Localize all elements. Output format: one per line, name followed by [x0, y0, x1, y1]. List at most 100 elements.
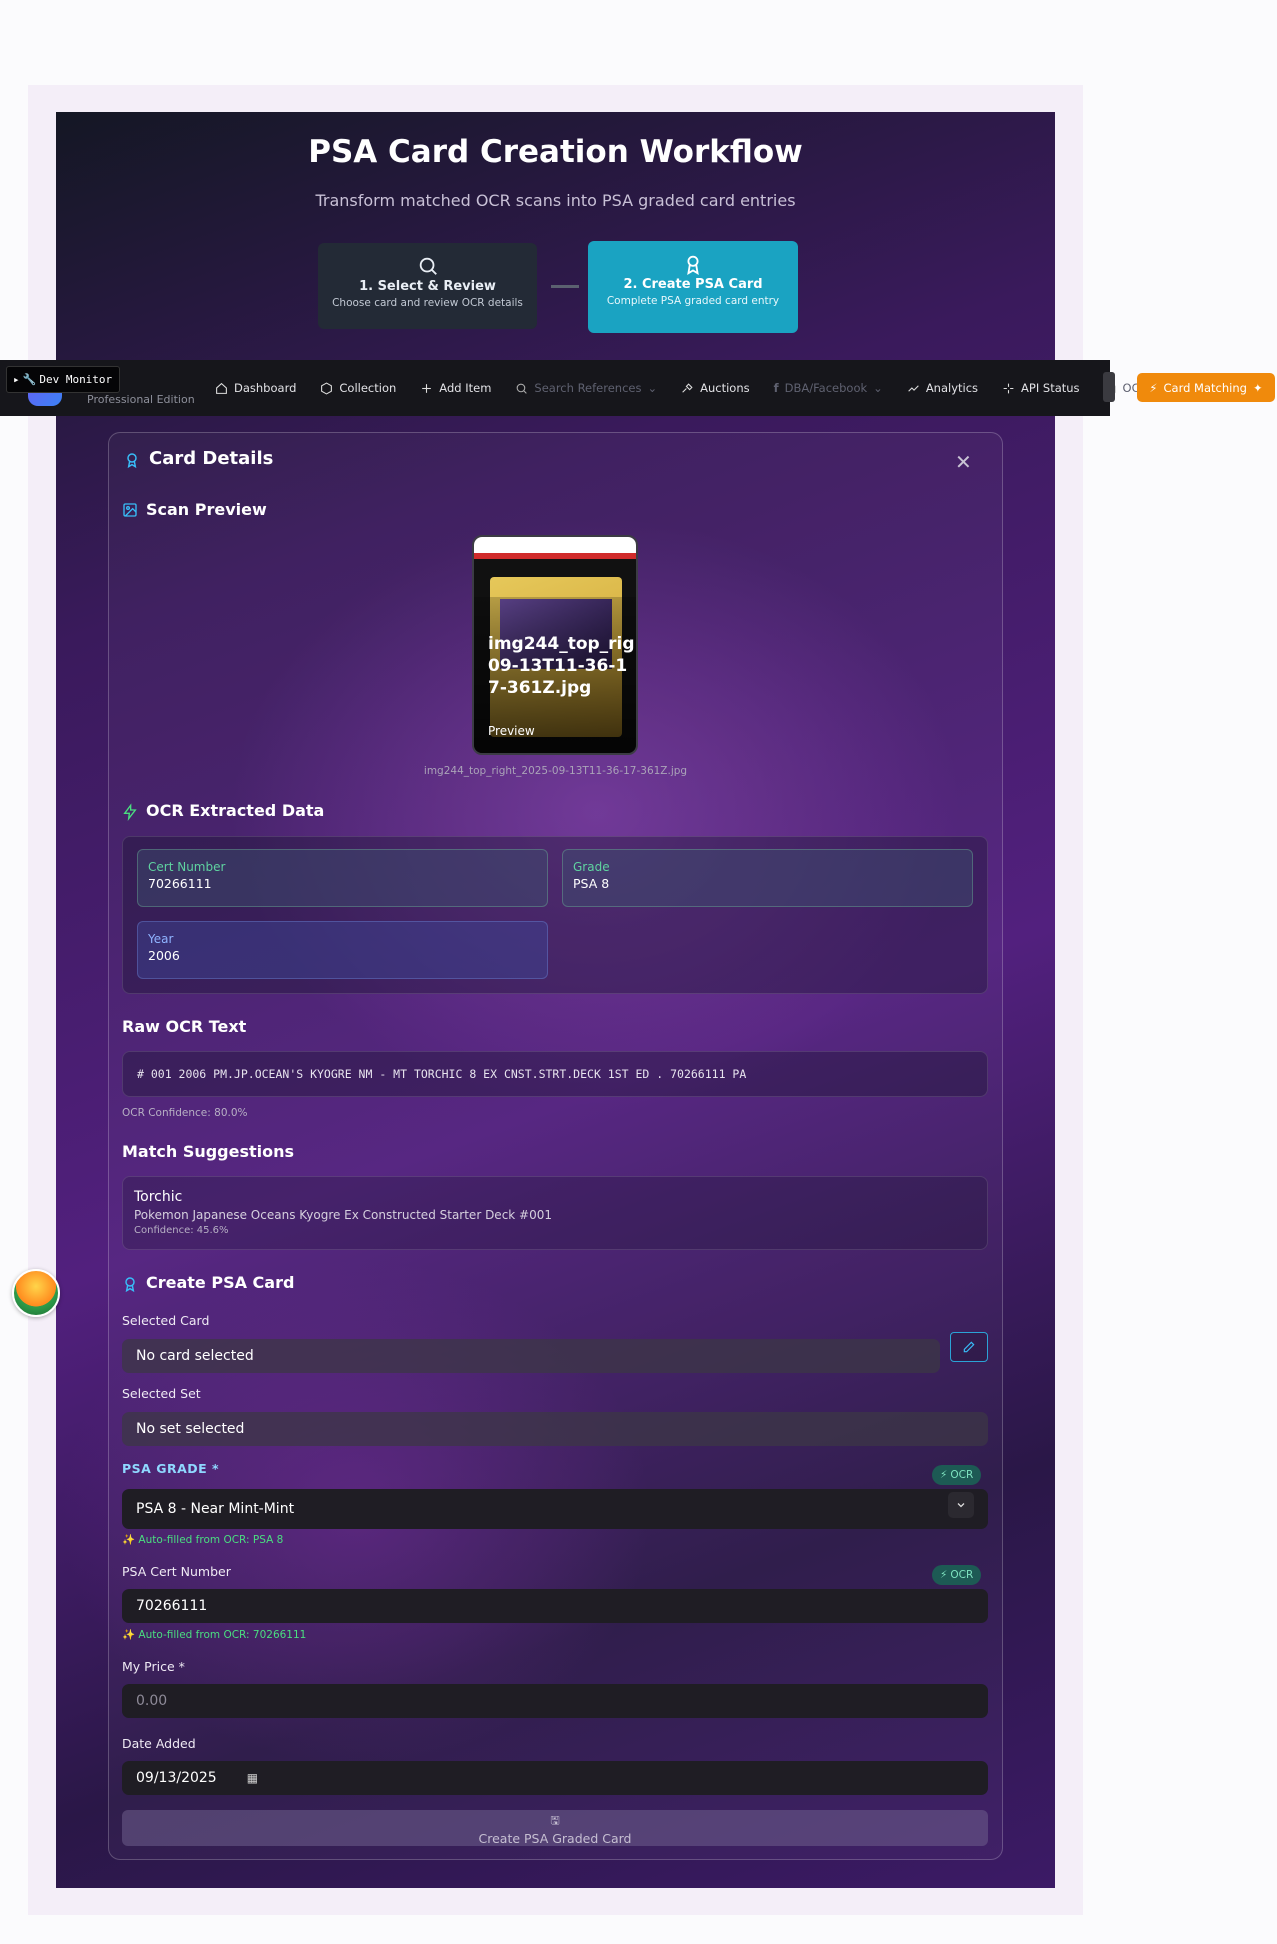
psa-grade-label: PSA GRADE * — [122, 1461, 220, 1476]
date-added-label: Date Added — [122, 1736, 196, 1751]
bolt-icon: ⚡ — [940, 1469, 948, 1481]
nav-label: API Status — [1021, 381, 1080, 395]
nav-dba-facebook[interactable]: f DBA/Facebook ⌄ — [774, 381, 883, 395]
scan-preview-title: Scan Preview — [146, 500, 267, 519]
selected-card-label: Selected Card — [122, 1313, 210, 1328]
field-value: 70266111 — [148, 876, 212, 891]
plus-icon — [422, 383, 432, 393]
match-set-name: Pokemon Japanese Oceans Kyogre Ex Constr… — [134, 1208, 553, 1222]
year-field: Year 2006 — [137, 921, 548, 979]
chevron-down-icon: ⌄ — [873, 381, 883, 395]
psa-cert-label: PSA Cert Number — [122, 1564, 231, 1579]
preview-caption: img244_top_right_2025-09-13T11-36-17-361… — [423, 765, 688, 777]
save-icon: 🖫 — [550, 1814, 560, 1827]
ocr-badge: ⚡ OCR — [932, 1465, 982, 1485]
dev-monitor-label: Dev Monitor — [39, 373, 113, 386]
step-connector — [551, 285, 579, 288]
cert-number-field: Cert Number 70266111 — [137, 849, 548, 907]
step-title: 2. Create PSA Card — [623, 277, 763, 292]
match-card-name: Torchic — [134, 1189, 183, 1205]
selected-set-label: Selected Set — [122, 1386, 201, 1401]
ocr-badge-label: OCR — [950, 1469, 974, 1481]
field-label: Year — [148, 932, 174, 946]
match-suggestion-item[interactable]: Torchic Pokemon Japanese Oceans Kyogre E… — [122, 1176, 988, 1250]
floating-avatar[interactable] — [12, 1269, 60, 1317]
award-icon — [687, 255, 699, 275]
field-value: 2006 — [148, 948, 180, 963]
my-price-label: My Price * — [122, 1659, 185, 1674]
award-icon — [127, 453, 137, 469]
search-icon — [517, 383, 528, 394]
psa-label — [474, 537, 636, 559]
create-psa-graded-card-button[interactable]: 🖫 Create PSA Graded Card — [122, 1810, 988, 1846]
field-value: PSA 8 — [573, 876, 610, 891]
nav-label: Add Item — [439, 381, 492, 395]
image-icon — [123, 503, 137, 517]
selected-card-field[interactable]: No card selected — [122, 1339, 940, 1373]
nav-analytics[interactable]: Analytics — [907, 381, 978, 395]
ocr-badge-label: OCR — [950, 1569, 974, 1581]
edit-card-button[interactable] — [950, 1332, 988, 1362]
card-matching-label: Card Matching — [1163, 380, 1247, 395]
brand-edition: Professional Edition — [87, 393, 195, 406]
cert-autofill-note: ✨ Auto-filled from OCR: 70266111 — [122, 1629, 307, 1641]
date-value: 09/13/2025 — [136, 1770, 217, 1786]
calendar-icon[interactable]: ▦ — [247, 1771, 258, 1785]
step-desc: Choose card and review OCR details — [332, 297, 523, 309]
award-icon — [125, 1277, 135, 1293]
nav-label: Dashboard — [234, 381, 297, 395]
sparkle-icon — [1003, 383, 1014, 393]
workflow-subtitle: Transform matched OCR scans into PSA gra… — [315, 191, 796, 210]
nav-auctions[interactable]: Auctions — [681, 381, 750, 395]
grade-field: Grade PSA 8 — [562, 849, 973, 907]
bolt-icon — [123, 803, 137, 821]
trending-icon — [908, 384, 919, 392]
chevron-down-icon[interactable] — [948, 1492, 974, 1518]
submit-label: Create PSA Graded Card — [478, 1831, 632, 1846]
dev-monitor-toggle[interactable]: ▸ 🔧 Dev Monitor — [6, 366, 120, 393]
nav-search-references[interactable]: Search References ⌄ — [515, 381, 657, 395]
close-icon[interactable]: ✕ — [955, 450, 972, 474]
nav-dashboard[interactable]: Dashboard — [215, 381, 296, 395]
match-suggestions-title: Match Suggestions — [122, 1142, 295, 1161]
psa-grade-select[interactable]: PSA 8 - Near Mint-Mint — [122, 1489, 988, 1529]
pencil-icon — [963, 1341, 975, 1353]
sparkle-icon: ✦ — [1252, 380, 1263, 395]
date-added-input[interactable]: 09/13/2025 ▦ — [122, 1761, 988, 1795]
ocr-badge: ⚡ OCR — [932, 1565, 982, 1585]
step-create-psa[interactable]: 2. Create PSA Card Complete PSA graded c… — [588, 241, 798, 333]
home-icon — [216, 382, 227, 394]
nav-items: Dashboard Collection Add Item Search Ref… — [215, 372, 1172, 404]
card-matching-button[interactable]: ⚡ Card Matching ✦ — [1137, 373, 1275, 402]
nav-collection[interactable]: Collection — [320, 381, 396, 395]
raw-ocr-text: # 001 2006 PM.JP.OCEAN'S KYOGRE NM - MT … — [122, 1051, 988, 1097]
match-confidence: Confidence: 45.6% — [134, 1225, 229, 1236]
nav-label: Collection — [339, 381, 397, 395]
grade-autofill-note: ✨ Auto-filled from OCR: PSA 8 — [122, 1534, 284, 1546]
card-details-title: Card Details — [149, 448, 274, 469]
chevron-down-icon: ⌄ — [647, 381, 658, 395]
field-label: Cert Number — [148, 860, 226, 874]
search-icon — [419, 257, 437, 275]
box-icon — [321, 381, 333, 395]
gavel-icon — [682, 382, 693, 393]
preview-label: Preview — [488, 724, 535, 738]
wrench-icon: 🔧 — [22, 373, 37, 386]
step-desc: Complete PSA graded card entry — [606, 295, 780, 307]
psa-cert-input[interactable]: 70266111 — [122, 1589, 988, 1623]
ocr-confidence: OCR Confidence: 80.0% — [122, 1107, 248, 1119]
my-price-input[interactable]: 0.00 — [122, 1684, 988, 1718]
scan-preview-image[interactable]: img244_top_rig 09-13T11-36-17-361Z.jpg P… — [472, 535, 638, 755]
nav-label: Search References — [534, 381, 642, 395]
facebook-icon: f — [773, 381, 779, 395]
nav-api-status[interactable]: API Status — [1002, 381, 1080, 395]
nav-label: Auctions — [700, 381, 750, 395]
workflow-title: PSA Card Creation Workflow — [308, 134, 803, 170]
selected-set-field[interactable]: No set selected — [122, 1412, 988, 1446]
step-select-review[interactable]: 1. Select & Review Choose card and revie… — [318, 243, 537, 329]
nav-add-item[interactable]: Add Item — [420, 381, 491, 395]
field-label: Grade — [573, 860, 610, 874]
raw-ocr-title: Raw OCR Text — [122, 1017, 247, 1036]
bolt-icon: ⚡ — [940, 1569, 948, 1581]
preview-filename: img244_top_rig 09-13T11-36-17-361Z.jpg — [488, 634, 635, 698]
